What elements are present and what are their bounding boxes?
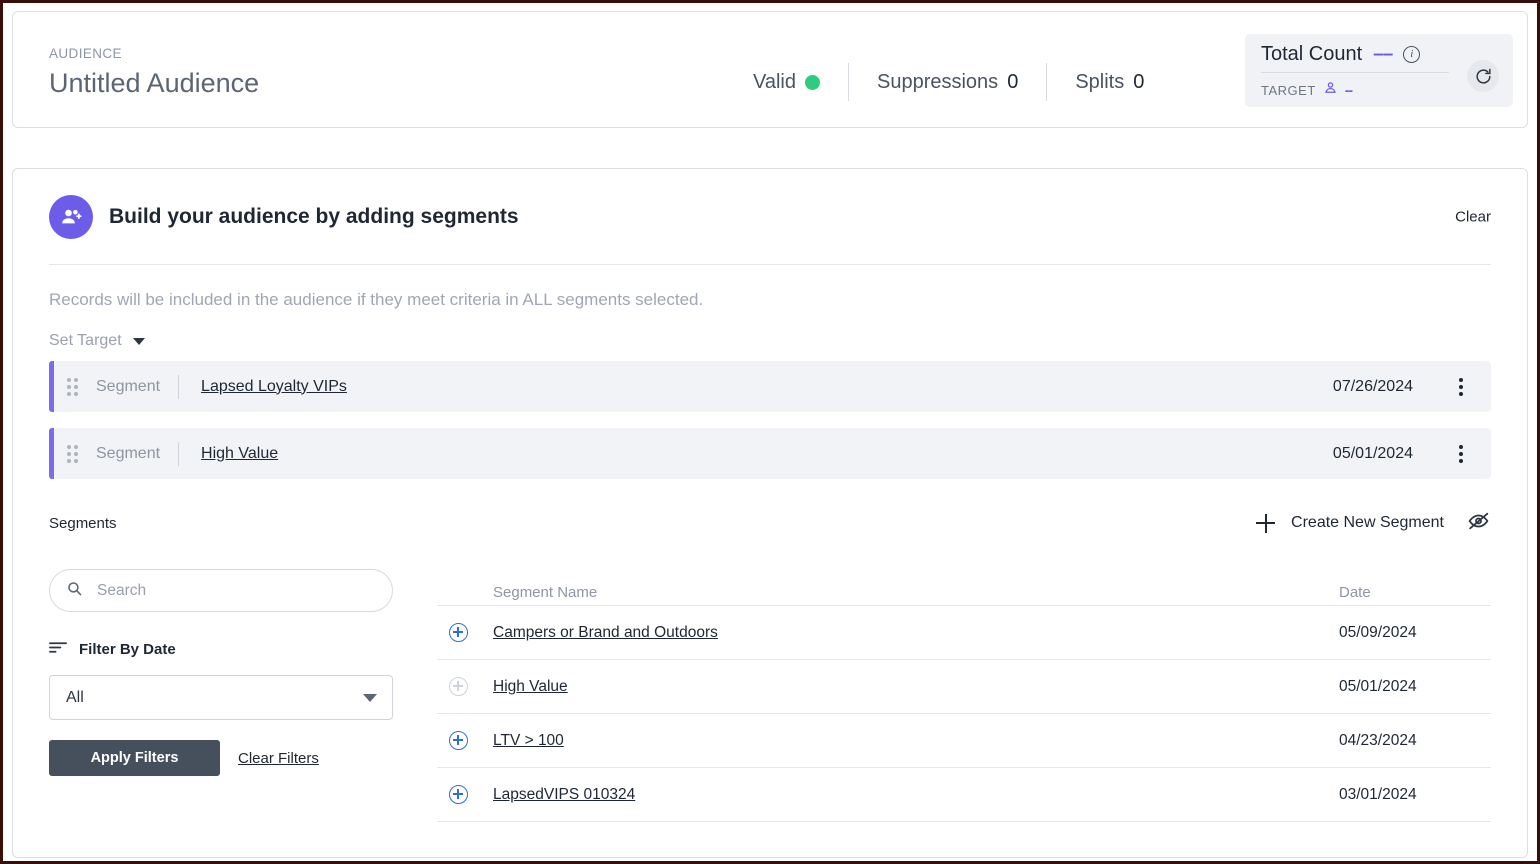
date-filter-value: All: [66, 689, 84, 707]
segments-section-title: Segments: [49, 515, 117, 532]
table-header-row: Segment Name Date: [437, 567, 1491, 605]
segments-toolbar-actions: Create New Segment: [1256, 508, 1491, 538]
filter-by-date-label: Filter By Date: [79, 641, 176, 658]
add-segment-icon[interactable]: [449, 623, 468, 642]
selected-segment-row[interactable]: Segment Lapsed Loyalty VIPs 07/26/2024: [49, 361, 1491, 412]
selected-segments-list: Segment Lapsed Loyalty VIPs 07/26/2024 S…: [49, 361, 1491, 479]
table-bottom-divider: [437, 821, 1491, 822]
audience-eyebrow-label: AUDIENCE: [49, 46, 259, 62]
filter-actions: Apply Filters Clear Filters: [49, 740, 393, 776]
segment-date: 04/23/2024: [1339, 732, 1491, 750]
person-icon: [1323, 80, 1338, 100]
table-row[interactable]: LTV > 100 04/23/2024: [437, 713, 1491, 767]
audience-title-block: AUDIENCE Untitled Audience: [49, 46, 259, 101]
segment-name-link[interactable]: LTV > 100: [493, 732, 564, 750]
set-target-label: Set Target: [49, 332, 122, 350]
row-menu-icon[interactable]: [1459, 445, 1463, 463]
filters-panel: Filter By Date All Apply Filters Clear F…: [49, 559, 393, 822]
segment-date: 05/09/2024: [1339, 624, 1491, 642]
plus-icon: [1256, 514, 1275, 533]
clear-filters-link[interactable]: Clear Filters: [238, 750, 319, 767]
status-badge-valid: Valid: [753, 71, 848, 94]
green-status-dot-icon: [805, 75, 820, 90]
suppressions-label: Suppressions: [877, 71, 998, 94]
column-header-segment-name: Segment Name: [493, 584, 597, 601]
chevron-down-icon: [363, 694, 377, 702]
apply-filters-button[interactable]: Apply Filters: [49, 740, 220, 776]
set-target-dropdown[interactable]: Set Target: [49, 332, 145, 350]
add-segment-icon[interactable]: [449, 731, 468, 750]
segment-name-link[interactable]: High Value: [201, 445, 278, 463]
total-count-panel: Total Count –– i TARGET --: [1245, 34, 1513, 107]
segments-browser: Filter By Date All Apply Filters Clear F…: [49, 559, 1491, 822]
refresh-icon: [1474, 67, 1493, 86]
audience-header-card: AUDIENCE Untitled Audience Valid Suppres…: [12, 11, 1528, 128]
segment-date: 05/01/2024: [1339, 678, 1491, 696]
search-input[interactable]: [95, 581, 376, 601]
filter-lines-icon: [49, 640, 68, 659]
splits-label: Splits: [1075, 71, 1124, 94]
eye-off-icon[interactable]: [1466, 508, 1491, 538]
clear-audience-button[interactable]: Clear: [1455, 208, 1491, 225]
total-count-value: ––: [1373, 44, 1392, 66]
table-row[interactable]: LapsedVIPS 010324 03/01/2024: [437, 767, 1491, 821]
target-value: --: [1345, 82, 1352, 98]
chevron-down-icon: [133, 338, 145, 345]
valid-label: Valid: [753, 71, 796, 94]
search-field[interactable]: [49, 569, 393, 612]
target-label: TARGET: [1261, 83, 1316, 98]
selected-segment-row[interactable]: Segment High Value 05/01/2024: [49, 428, 1491, 479]
date-filter-select[interactable]: All: [49, 675, 393, 720]
table-row[interactable]: High Value 05/01/2024: [437, 659, 1491, 713]
header-stats: Valid Suppressions 0 Splits 0: [753, 58, 1172, 106]
drag-handle-icon[interactable]: [67, 378, 78, 396]
column-header-date: Date: [1339, 584, 1491, 601]
create-new-segment-label: Create New Segment: [1291, 514, 1444, 532]
create-new-segment-button[interactable]: Create New Segment: [1256, 514, 1444, 533]
segment-name-link[interactable]: Lapsed Loyalty VIPs: [201, 378, 347, 396]
segment-name-link[interactable]: High Value: [493, 678, 568, 696]
segment-kind-label: Segment: [96, 378, 160, 396]
segment-date: 07/26/2024: [1333, 378, 1413, 396]
add-segment-icon[interactable]: [449, 785, 468, 804]
segment-kind-label: Segment: [96, 445, 160, 463]
suppressions-stat: Suppressions 0: [849, 71, 1046, 94]
suppressions-count: 0: [1007, 71, 1018, 94]
info-icon[interactable]: i: [1403, 46, 1420, 63]
divider: [178, 375, 179, 399]
add-segment-icon: [449, 677, 468, 696]
drag-handle-icon[interactable]: [67, 445, 78, 463]
divider: [178, 442, 179, 466]
search-icon: [66, 580, 83, 602]
segments-toolbar: Segments Create New Segment: [49, 495, 1491, 551]
table-row[interactable]: Campers or Brand and Outdoors 05/09/2024: [437, 605, 1491, 659]
splits-count: 0: [1133, 71, 1144, 94]
add-people-icon: [49, 195, 93, 239]
build-section-title: Build your audience by adding segments: [109, 205, 519, 229]
refresh-button[interactable]: [1467, 60, 1499, 92]
segment-name-link[interactable]: LapsedVIPS 010324: [493, 786, 635, 804]
row-menu-icon[interactable]: [1459, 378, 1463, 396]
total-count-row: Total Count –– i: [1261, 43, 1449, 73]
page-title: Untitled Audience: [49, 65, 259, 101]
splits-stat: Splits 0: [1047, 71, 1172, 94]
app-content: AUDIENCE Untitled Audience Valid Suppres…: [3, 3, 1537, 861]
segments-table: Segment Name Date Campers or Brand and O…: [437, 559, 1491, 822]
records-criteria-note: Records will be included in the audience…: [49, 265, 1491, 310]
filter-by-date-label-group: Filter By Date: [49, 640, 393, 659]
target-row: TARGET --: [1261, 80, 1501, 100]
segment-date: 03/01/2024: [1339, 786, 1491, 804]
segment-name-link[interactable]: Campers or Brand and Outdoors: [493, 624, 718, 642]
audience-builder-card: Build your audience by adding segments C…: [12, 168, 1528, 858]
segment-date: 05/01/2024: [1333, 445, 1413, 463]
app-window: AUDIENCE Untitled Audience Valid Suppres…: [0, 0, 1540, 864]
build-header: Build your audience by adding segments C…: [49, 169, 1491, 265]
total-count-label: Total Count: [1261, 43, 1362, 66]
